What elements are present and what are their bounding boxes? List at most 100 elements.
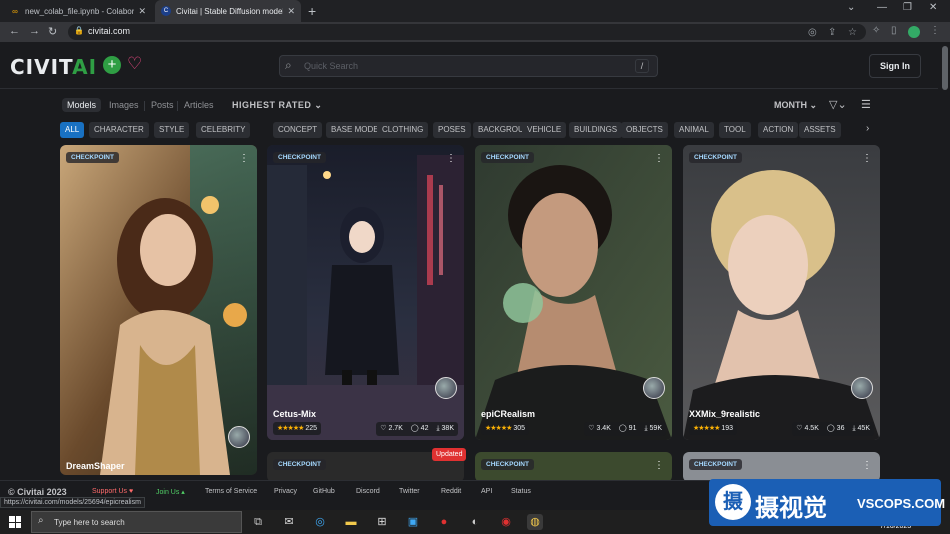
comments-count: 42 [420,425,429,432]
creator-avatar[interactable] [643,377,665,399]
tab-models[interactable]: Models [62,98,102,112]
taskbar-search-field[interactable]: ⌕ Type here to search [31,511,242,533]
mail-icon[interactable]: ✉ [281,514,297,530]
windows-start-icon[interactable] [9,516,21,528]
model-card-cetus-mix[interactable]: CHECKPOINT ⋮ Cetus-Mix ★★★★★ 225 ♡ 2.7K … [267,145,464,440]
reload-icon[interactable]: ↻ [48,25,57,38]
page-scrollbar[interactable] [940,42,950,510]
footer-link-api[interactable]: API [481,488,492,495]
model-card-dreamshaper[interactable]: CHECKPOINT ⋮ DreamShaper [60,145,257,475]
footer-link-reddit[interactable]: Reddit [441,488,461,495]
footer-link-status[interactable]: Status [511,488,531,495]
footer-link-discord[interactable]: Discord [356,488,380,495]
tag-clothing[interactable]: CLOTHING [377,122,429,138]
close-window-icon[interactable]: ✕ [929,2,937,13]
quick-search-input[interactable]: ⌕ Quick Search / [279,55,658,77]
tag-concept[interactable]: CONCEPT [273,122,323,138]
model-card-xxmix-9realistic[interactable]: CHECKPOINT ⋮ XXMix_9realistic ★★★★★ 193 … [683,145,880,440]
tab-search-icon[interactable]: ⌄ [847,2,855,13]
extensions-icon[interactable]: ✧ [872,25,880,36]
chrome-taskbar-icon[interactable]: ◍ [527,514,543,530]
share-icon[interactable]: ⇪ [828,27,836,38]
task-view-icon[interactable]: ⧉ [250,514,266,530]
chrome-menu-icon[interactable]: ⋮ [930,25,940,36]
maximize-icon[interactable]: ❐ [903,2,912,13]
side-panel-icon[interactable]: ▯ [891,25,897,36]
tab-images[interactable]: Images [109,100,139,110]
tab-posts[interactable]: Posts [151,100,174,110]
tag-all[interactable]: ALL [60,122,85,138]
url-field[interactable]: 🔒 civitai.com ◎ ⇪ ☆ [68,24,866,40]
period-dropdown[interactable]: MONTH ⌄ [774,100,817,111]
engagement-stats: ♡ 3.4K ◯ 91 ⤓ 59K [584,422,666,436]
close-tab-icon[interactable]: ✕ [138,6,146,17]
app-icon[interactable]: ◉ [498,514,514,530]
footer-link-terms[interactable]: Terms of Service [205,488,257,495]
layout-toggle-icon[interactable]: ☰ [861,98,871,111]
bookmark-star-icon[interactable]: ☆ [848,27,857,38]
creator-avatar[interactable] [851,377,873,399]
more-options-icon[interactable]: ⋮ [446,153,456,164]
footer-link-join[interactable]: Join Us ▴ [156,488,185,496]
creator-avatar[interactable] [435,377,457,399]
filter-icon[interactable]: ▽⌄ [829,98,847,111]
tab-articles[interactable]: Articles [184,100,214,110]
footer-link-twitter[interactable]: Twitter [399,488,420,495]
google-lens-icon[interactable]: ◎ [808,27,817,38]
tag-poses[interactable]: POSES [433,122,471,138]
join-label: Join Us [156,489,180,496]
chevron-right-icon[interactable]: › [866,123,869,134]
sort-dropdown[interactable]: HIGHEST RATED ⌄ [232,100,322,111]
back-icon[interactable]: ← [9,25,20,37]
chevron-down-icon: ⌄ [809,100,818,110]
checkpoint-badge: CHECKPOINT [273,152,326,163]
lock-icon: 🔒 [74,26,84,35]
new-tab-icon[interactable]: + [308,3,316,19]
close-tab-icon[interactable]: ✕ [287,6,295,17]
scrollbar-thumb[interactable] [942,46,948,90]
more-options-icon[interactable]: ⋮ [654,153,664,164]
minimize-icon[interactable]: — [877,2,887,13]
heart-icon: ♡ [796,425,803,432]
forward-icon[interactable]: → [29,25,40,37]
model-card[interactable]: CHECKPOINT ⋮ [475,452,672,482]
more-options-icon[interactable]: ⋮ [862,460,872,471]
tag-tool[interactable]: TOOL [719,122,751,138]
more-options-icon[interactable]: ⋮ [654,460,664,471]
tag-objects[interactable]: OBJECTS [621,122,668,138]
browser-tab-civitai[interactable]: C Civitai | Stable Diffusion models ✕ [155,0,301,22]
file-explorer-icon[interactable]: ▬ [343,514,359,530]
tag-character[interactable]: CHARACTER [89,122,149,138]
sign-in-button[interactable]: Sign In [869,54,921,78]
more-options-icon[interactable]: ⋮ [239,153,249,164]
store-icon[interactable]: ⊞ [374,514,390,530]
tag-animal[interactable]: ANIMAL [674,122,714,138]
footer-link-support[interactable]: Support Us ♥ [92,488,133,495]
app-icon[interactable]: ◐ [467,514,483,530]
likes-count: 3.4K [596,425,611,432]
create-plus-icon[interactable]: + [103,56,121,74]
more-options-icon[interactable]: ⋮ [862,153,872,164]
tag-assets[interactable]: ASSETS [799,122,841,138]
edge-icon[interactable]: ◎ [312,514,328,530]
tag-buildings[interactable]: BUILDINGS [569,122,623,138]
model-card[interactable]: CHECKPOINT ⋮ [683,452,880,482]
rating-stars-icon: ★★★★★ [485,425,512,432]
tag-celebrity[interactable]: CELEBRITY [196,122,251,138]
creator-avatar[interactable] [228,426,250,448]
tag-style[interactable]: STYLE [154,122,190,138]
browser-tab-colab[interactable]: ∞ new_colab_file.ipynb - Colaborat ✕ [4,0,152,22]
model-card-epicrealism[interactable]: CHECKPOINT ⋮ epiCRealism ★★★★★ 305 ♡ 3.4… [475,145,672,440]
footer-link-github[interactable]: GitHub [313,488,335,495]
support-heart-icon[interactable]: ♡ [127,54,142,74]
tag-vehicle[interactable]: VEHICLE [522,122,567,138]
watermark-logo: 摄 摄视觉 VSCOPS.COM [709,479,945,526]
app-icon[interactable]: ▣ [405,514,421,530]
tag-action[interactable]: ACTION [758,122,799,138]
civitai-logo[interactable]: CIVITAI [10,55,97,79]
search-icon: ⌕ [285,58,292,72]
engagement-stats: ♡ 2.7K ◯ 42 ⤓ 38K [376,422,458,436]
profile-avatar[interactable] [908,26,920,38]
app-icon[interactable]: ● [436,514,452,530]
footer-link-privacy[interactable]: Privacy [274,488,297,495]
